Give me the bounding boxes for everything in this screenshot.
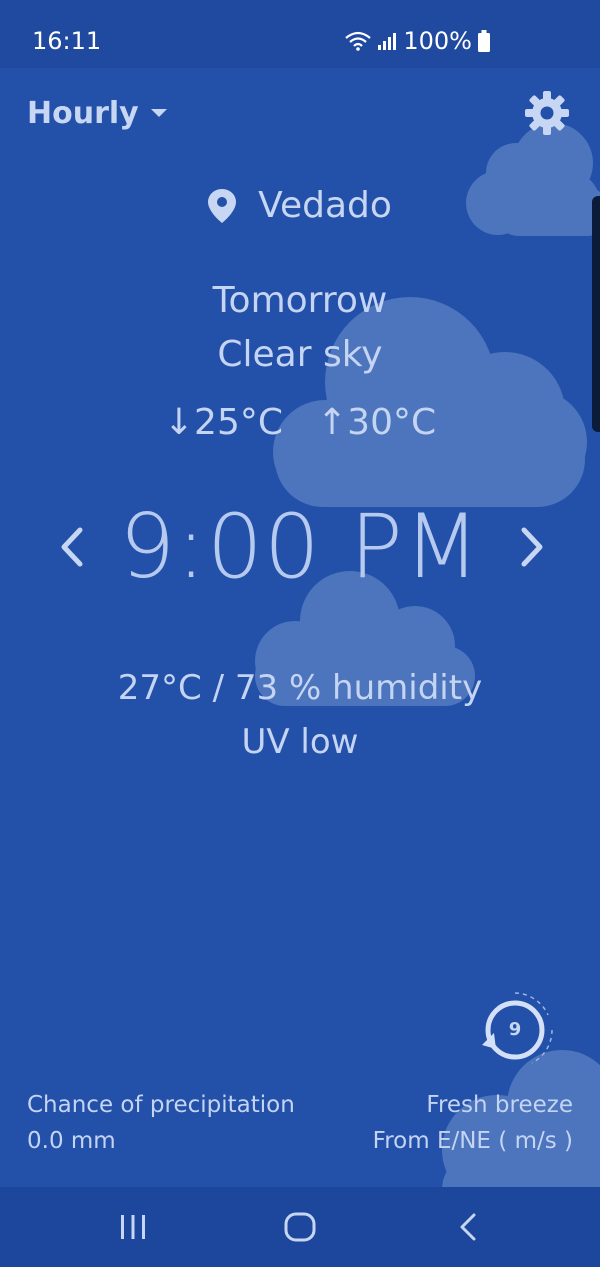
battery-icon	[478, 30, 490, 52]
temperature-low: ↓25°C	[163, 402, 283, 443]
precipitation-value: 0.0 mm	[27, 1128, 116, 1154]
next-hour-chevron-icon[interactable]	[512, 522, 552, 572]
wifi-icon	[345, 31, 372, 51]
signal-icon	[378, 33, 397, 50]
settings-gear-icon[interactable]	[524, 90, 570, 136]
location-name: Vedado	[258, 185, 392, 226]
location-pin-icon	[208, 188, 237, 223]
temperature-humidity: 27°C / 73 % humidity	[117, 668, 483, 708]
hourly-mode-dropdown[interactable]: Hourly	[27, 96, 167, 131]
home-button[interactable]	[260, 1187, 340, 1267]
temperature-range: ↓25°C ↑30°C	[0, 402, 600, 443]
recent-apps-button[interactable]	[93, 1187, 173, 1267]
forecast-day: Tomorrow	[212, 280, 388, 321]
precipitation-label: Chance of precipitation	[27, 1092, 295, 1118]
wind-gauge: 9	[470, 985, 560, 1075]
wind-speed-value: 9	[508, 1019, 522, 1040]
back-button[interactable]	[428, 1187, 508, 1267]
back-icon	[460, 1213, 476, 1241]
temperature-high: ↑30°C	[317, 402, 437, 443]
time-selector: 9:00 PM	[0, 492, 600, 602]
wind-direction: From E/NE ( m/s )	[372, 1128, 573, 1154]
system-nav-bar	[0, 1187, 600, 1267]
location[interactable]: Vedado	[0, 185, 600, 232]
dropdown-arrow-icon	[150, 108, 167, 117]
home-icon	[284, 1212, 316, 1242]
recent-apps-icon	[121, 1215, 145, 1239]
battery-percent: 100%	[403, 27, 472, 55]
forecast-condition: Clear sky	[217, 334, 383, 375]
weather-screen: 16:11 100% Hourly Vedado Tomorrow Clear …	[0, 0, 600, 1267]
wind-description: Fresh breeze	[426, 1092, 573, 1118]
hourly-mode-label: Hourly	[27, 96, 139, 131]
status-time: 16:11	[32, 27, 102, 55]
status-icons: 100%	[345, 26, 490, 56]
uv-index: UV low	[241, 722, 359, 762]
previous-hour-chevron-icon[interactable]	[52, 522, 92, 572]
status-bar: 16:11 100%	[0, 0, 600, 68]
